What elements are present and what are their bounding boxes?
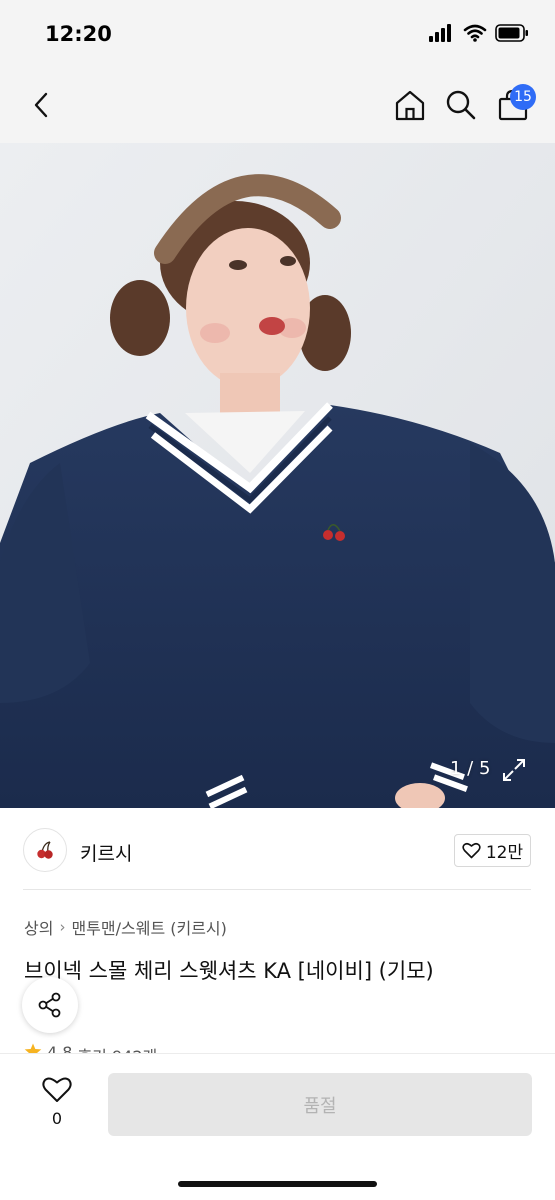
back-button[interactable] (26, 90, 56, 120)
cellular-signal-icon (429, 24, 451, 42)
expand-image-button[interactable] (500, 756, 528, 784)
breadcrumb-item-category[interactable]: 상의 (24, 915, 53, 939)
expand-icon (503, 759, 525, 781)
app-header (0, 70, 555, 143)
image-counter: 1 / 5 (450, 758, 491, 779)
product-title: 브이넥 스몰 체리 스웻셔츠 KA [네이비] (기모) (24, 959, 434, 983)
wishlist-count: 0 (51, 1109, 63, 1128)
battery-icon (495, 24, 528, 42)
home-icon (395, 90, 425, 121)
status-icons (429, 24, 529, 42)
status-time: 12:20 (45, 22, 112, 46)
share-icon (38, 992, 61, 1018)
product-photo (0, 143, 555, 808)
wishlist-button[interactable]: 0 (30, 1076, 84, 1136)
chevron-right-icon: › (59, 918, 66, 936)
heart-icon (462, 842, 481, 859)
product-image[interactable] (0, 143, 555, 808)
brand-like-count: 12만 (485, 843, 524, 863)
share-button[interactable] (22, 977, 78, 1033)
heart-icon (42, 1077, 72, 1102)
brand-like-button[interactable]: 12만 (454, 834, 531, 867)
divider (23, 889, 531, 890)
home-button[interactable] (393, 88, 427, 122)
search-button[interactable] (444, 88, 478, 122)
bottom-action-bar: 0 품절 (0, 1053, 555, 1200)
brand-row[interactable]: 키르시 12만 (0, 808, 555, 890)
soldout-button[interactable]: 품절 (108, 1073, 532, 1136)
cart-count-badge: 15 (510, 84, 536, 110)
status-bar: 12:20 (0, 0, 555, 70)
wifi-icon (463, 24, 487, 42)
breadcrumb-item-subcategory[interactable]: 맨투맨/스웨트 (키르시) (71, 915, 226, 939)
breadcrumb: 상의 › 맨투맨/스웨트 (키르시) (24, 915, 227, 939)
chevron-left-icon (34, 92, 48, 118)
brand-name[interactable]: 키르시 (80, 839, 132, 866)
home-indicator (178, 1181, 377, 1187)
search-icon (446, 90, 476, 120)
cherry-icon (37, 841, 53, 859)
brand-logo[interactable] (23, 828, 67, 872)
